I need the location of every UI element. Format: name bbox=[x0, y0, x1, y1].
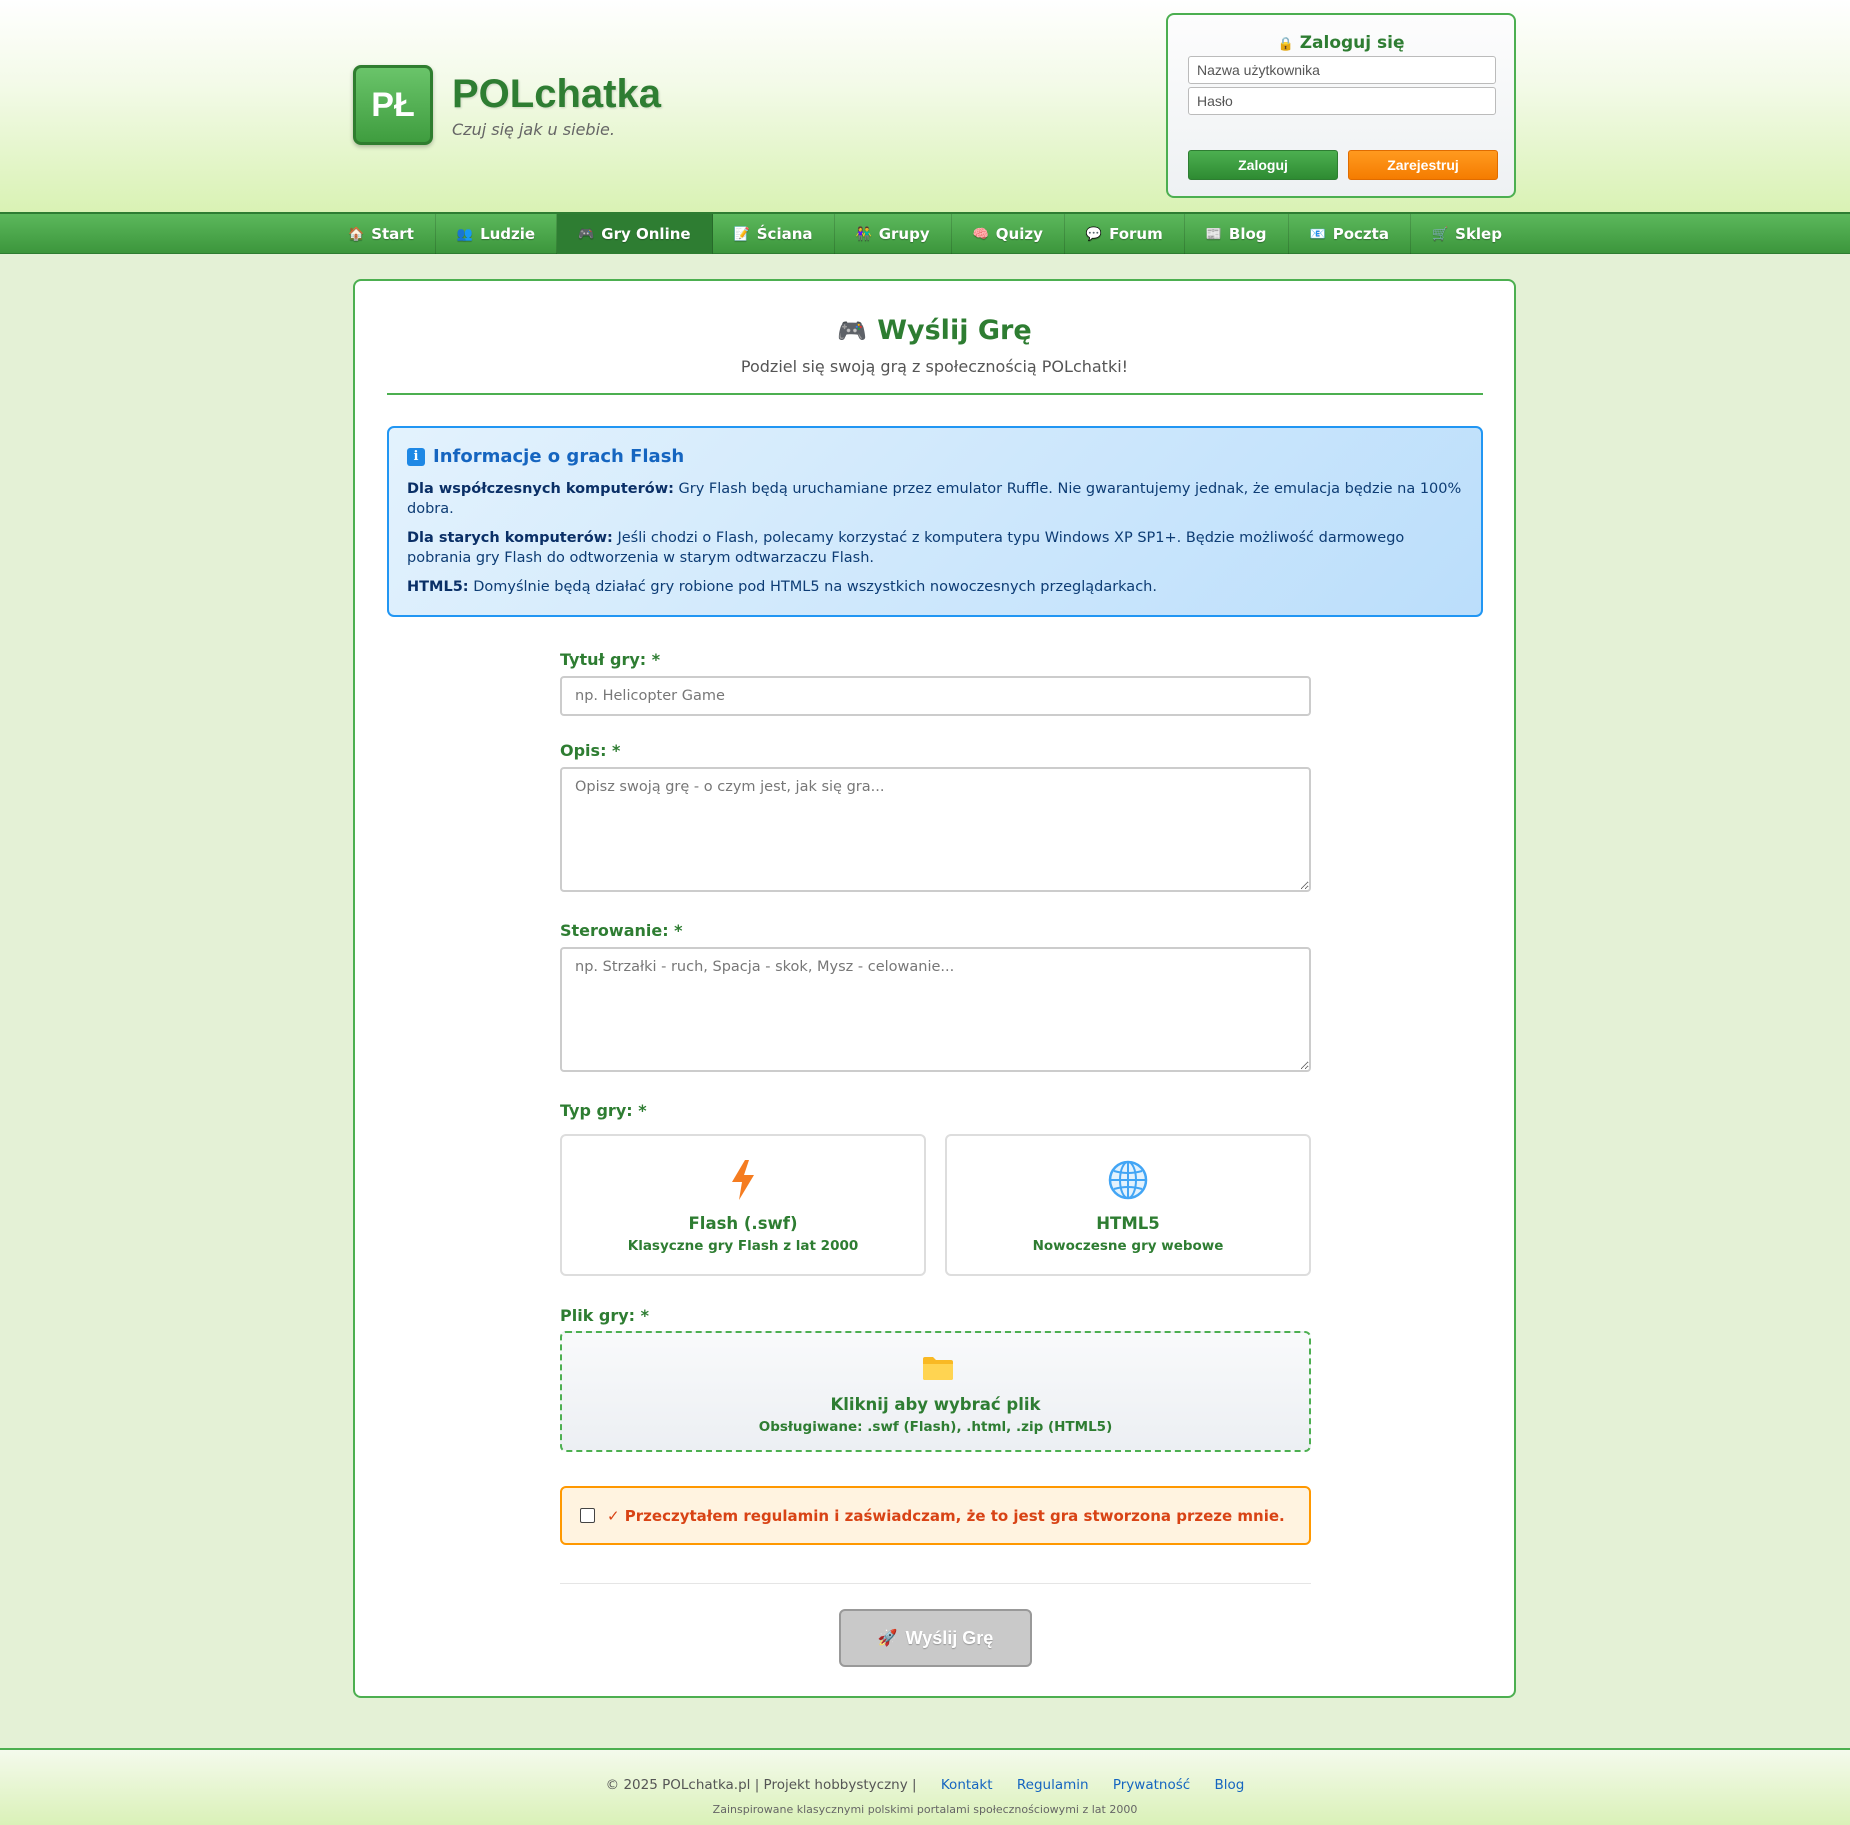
nav-item-start[interactable]: 🏠 Start bbox=[327, 214, 436, 254]
nav-item-forum[interactable]: 💬 Forum bbox=[1065, 214, 1185, 254]
newspaper-icon: 📰 bbox=[1205, 226, 1222, 242]
nav-item-poczta[interactable]: 📧 Poczta bbox=[1289, 214, 1411, 254]
folder-icon bbox=[923, 1357, 953, 1380]
nav-item-label: Ludzie bbox=[480, 225, 536, 243]
info-label: Dla starych komputerów: bbox=[407, 530, 613, 546]
controls-textarea[interactable] bbox=[560, 947, 1311, 1072]
gamepad-icon: 🎮 bbox=[837, 317, 868, 345]
page-subtitle: Podziel się swoją grą z społecznością PO… bbox=[740, 357, 1129, 376]
memo-icon: 📝 bbox=[733, 226, 750, 242]
title-label: Tytuł gry: * bbox=[560, 650, 661, 669]
brain-icon: 🧠 bbox=[972, 226, 989, 242]
game-type-name: HTML5 bbox=[1096, 1214, 1160, 1233]
nav-item-label: Poczta bbox=[1332, 225, 1389, 243]
main-content: 🎮 Wyślij Grę Podziel się swoją grą z społ… bbox=[353, 279, 1516, 1698]
game-type-html5-option[interactable]: HTML5 Nowoczesne gry webowe bbox=[945, 1134, 1311, 1276]
game-type-label: Typ gry: * bbox=[560, 1101, 647, 1120]
nav-item-gry-online[interactable]: 🎮 Gry Online bbox=[557, 214, 713, 254]
info-icon: i bbox=[407, 447, 425, 466]
password-input[interactable] bbox=[1188, 87, 1496, 115]
info-text: Domyślnie będą działać gry robione pod H… bbox=[468, 579, 1157, 595]
speech-bubble-icon: 💬 bbox=[1085, 226, 1103, 242]
nav-item-sklep[interactable]: 🛒 Sklep bbox=[1411, 214, 1523, 254]
site-name[interactable]: POLchatka bbox=[452, 72, 661, 117]
nav-item-label: Grupy bbox=[878, 225, 930, 243]
group-icon: 👫 bbox=[855, 226, 872, 242]
page-title: 🎮 Wyślij Grę bbox=[355, 315, 1514, 346]
submit-game-button[interactable]: 🚀 Wyślij Grę bbox=[839, 1609, 1032, 1667]
nav-item-grupy[interactable]: 👫 Grupy bbox=[835, 214, 952, 254]
lightning-icon bbox=[562, 1160, 924, 1200]
game-type-desc: Klasyczne gry Flash z lat 2000 bbox=[627, 1238, 859, 1254]
globe-icon bbox=[947, 1160, 1309, 1200]
info-paragraph-html5: HTML5: Domyślnie będą działać gry robion… bbox=[407, 577, 1463, 597]
nav-item-label: Forum bbox=[1109, 225, 1163, 243]
file-upload-dropzone[interactable]: Kliknij aby wybrać plik Obsługiwane: .sw… bbox=[560, 1331, 1311, 1452]
info-title-text: Informacje o grach Flash bbox=[433, 446, 685, 467]
info-label: HTML5: bbox=[407, 579, 469, 595]
info-paragraph-old: Dla starych komputerów: Jeśli chodzi o F… bbox=[407, 528, 1463, 568]
site-footer: © 2025 POLchatka.pl | Projekt hobbystycz… bbox=[0, 1748, 1850, 1825]
footer-tagline: Zainspirowane klasycznymi polskimi porta… bbox=[712, 1803, 1138, 1816]
footer-link-kontakt[interactable]: Kontakt bbox=[941, 1777, 993, 1793]
description-textarea[interactable] bbox=[560, 767, 1311, 892]
gamepad-icon: 🎮 bbox=[578, 226, 595, 242]
game-title-input[interactable] bbox=[560, 676, 1311, 716]
login-title-text: Zaloguj się bbox=[1299, 33, 1405, 53]
footer-link-blog[interactable]: Blog bbox=[1214, 1777, 1244, 1793]
title-divider bbox=[387, 393, 1483, 395]
page-title-text: Wyślij Grę bbox=[877, 315, 1032, 346]
nav-item-label: Gry Online bbox=[601, 225, 691, 243]
agreement-text[interactable]: ✓ Przeczytałem regulamin i zaświadczam, … bbox=[607, 1507, 1285, 1525]
file-label: Plik gry: * bbox=[560, 1306, 650, 1325]
form-divider bbox=[560, 1583, 1311, 1584]
site-header: PŁ POLchatka Czuj się jak u siebie. 🔒 Zal… bbox=[0, 0, 1850, 212]
register-button[interactable]: Zarejestruj bbox=[1348, 150, 1498, 180]
rocket-icon: 🚀 bbox=[877, 1630, 898, 1647]
nav-item-label: Quizy bbox=[995, 225, 1043, 243]
nav-item-label: Ściana bbox=[756, 225, 813, 243]
nav-item-label: Sklep bbox=[1455, 225, 1502, 243]
mail-icon: 📧 bbox=[1309, 226, 1326, 242]
lock-icon: 🔒 bbox=[1277, 37, 1294, 52]
file-upload-text: Kliknij aby wybrać plik bbox=[830, 1395, 1041, 1414]
game-type-desc: Nowoczesne gry webowe bbox=[1032, 1238, 1224, 1254]
nav-item-sciana[interactable]: 📝 Ściana bbox=[713, 214, 835, 254]
info-paragraph-modern: Dla współczesnych komputerów: Gry Flash … bbox=[407, 479, 1463, 519]
username-input[interactable] bbox=[1188, 56, 1496, 84]
people-icon: 👥 bbox=[456, 226, 474, 242]
game-type-flash-option[interactable]: Flash (.swf) Klasyczne gry Flash z lat 2… bbox=[560, 1134, 926, 1276]
footer-link-prywatnosc[interactable]: Prywatność bbox=[1113, 1777, 1190, 1793]
nav-item-label: Blog bbox=[1228, 225, 1267, 243]
logo[interactable]: PŁ bbox=[353, 65, 433, 145]
submit-label: Wyślij Grę bbox=[905, 1627, 994, 1648]
home-icon: 🏠 bbox=[348, 226, 365, 242]
login-box: 🔒 Zaloguj się Zaloguj Zarejestruj bbox=[1166, 13, 1516, 198]
site-slogan: Czuj się jak u siebie. bbox=[452, 120, 615, 139]
agreement-checkbox[interactable] bbox=[580, 1508, 595, 1523]
flash-info-box: i Informacje o grach Flash Dla współczesn… bbox=[387, 426, 1483, 617]
nav-item-quizy[interactable]: 🧠 Quizy bbox=[952, 214, 1065, 254]
main-nav: 🏠 Start 👥 Ludzie 🎮 Gry Online 📝 Ściana 👫 Grup… bbox=[0, 212, 1850, 254]
controls-label: Sterowanie: * bbox=[560, 921, 683, 940]
cart-icon: 🛒 bbox=[1431, 226, 1449, 242]
login-title: 🔒 Zaloguj się bbox=[1168, 33, 1514, 53]
nav-item-ludzie[interactable]: 👥 Ludzie bbox=[436, 214, 558, 254]
game-type-name: Flash (.swf) bbox=[688, 1214, 798, 1233]
info-title: i Informacje o grach Flash bbox=[407, 446, 1463, 467]
footer-line: © 2025 POLchatka.pl | Projekt hobbystycz… bbox=[0, 1777, 1850, 1793]
login-button[interactable]: Zaloguj bbox=[1188, 150, 1338, 180]
nav-item-label: Start bbox=[371, 225, 414, 243]
info-label: Dla współczesnych komputerów: bbox=[407, 481, 674, 497]
footer-link-regulamin[interactable]: Regulamin bbox=[1017, 1777, 1089, 1793]
nav-item-blog[interactable]: 📰 Blog bbox=[1185, 214, 1289, 254]
footer-copyright: © 2025 POLchatka.pl | Projekt hobbystycz… bbox=[605, 1777, 917, 1793]
description-label: Opis: * bbox=[560, 741, 621, 760]
agreement-box: ✓ Przeczytałem regulamin i zaświadczam, … bbox=[560, 1486, 1311, 1545]
file-upload-hint: Obsługiwane: .swf (Flash), .html, .zip (… bbox=[758, 1419, 1113, 1435]
